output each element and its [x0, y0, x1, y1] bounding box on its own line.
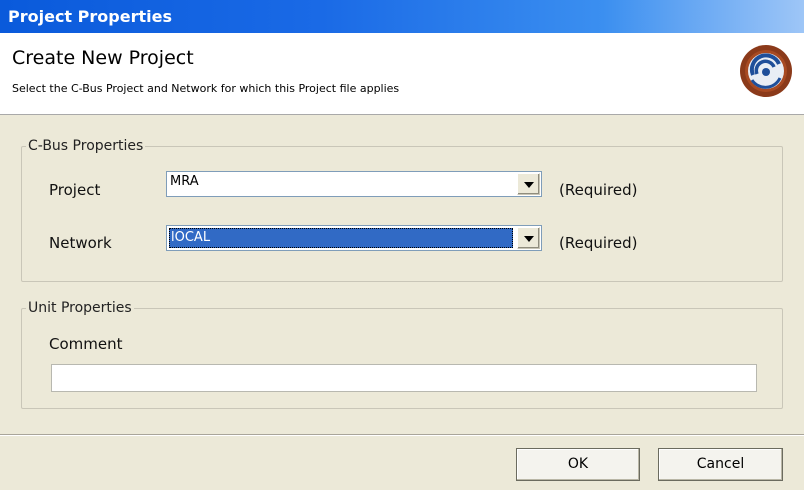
- page-subtitle: Select the C-Bus Project and Network for…: [12, 82, 400, 95]
- ok-button[interactable]: OK: [516, 448, 640, 481]
- network-select[interactable]: lOCAL: [166, 225, 542, 251]
- cancel-button[interactable]: Cancel: [658, 448, 783, 481]
- comment-label: Comment: [49, 335, 123, 353]
- chevron-down-icon: [524, 236, 534, 242]
- network-dropdown-button[interactable]: [517, 227, 540, 249]
- project-dropdown-button[interactable]: [517, 173, 540, 195]
- project-select[interactable]: MRA: [166, 171, 542, 197]
- footer-divider: [0, 434, 804, 435]
- network-label: Network: [49, 234, 112, 252]
- comment-field[interactable]: [51, 364, 757, 392]
- project-required-label: (Required): [559, 181, 638, 199]
- network-select-value: lOCAL: [169, 228, 513, 248]
- cbus-properties-legend: C-Bus Properties: [26, 138, 146, 154]
- page-title: Create New Project: [12, 47, 194, 69]
- network-required-label: (Required): [559, 234, 638, 252]
- window-title: Project Properties: [0, 0, 804, 33]
- project-label: Project: [49, 181, 101, 199]
- cbus-properties-group: C-Bus Properties Project MRA (Required) …: [21, 138, 783, 282]
- unit-properties-group: Unit Properties Comment: [21, 300, 783, 409]
- project-select-value: MRA: [170, 174, 199, 189]
- dialog-header: Create New Project Select the C-Bus Proj…: [0, 33, 804, 115]
- c-bus-logo-icon: [740, 45, 792, 97]
- unit-properties-legend: Unit Properties: [26, 300, 134, 316]
- chevron-down-icon: [524, 182, 534, 188]
